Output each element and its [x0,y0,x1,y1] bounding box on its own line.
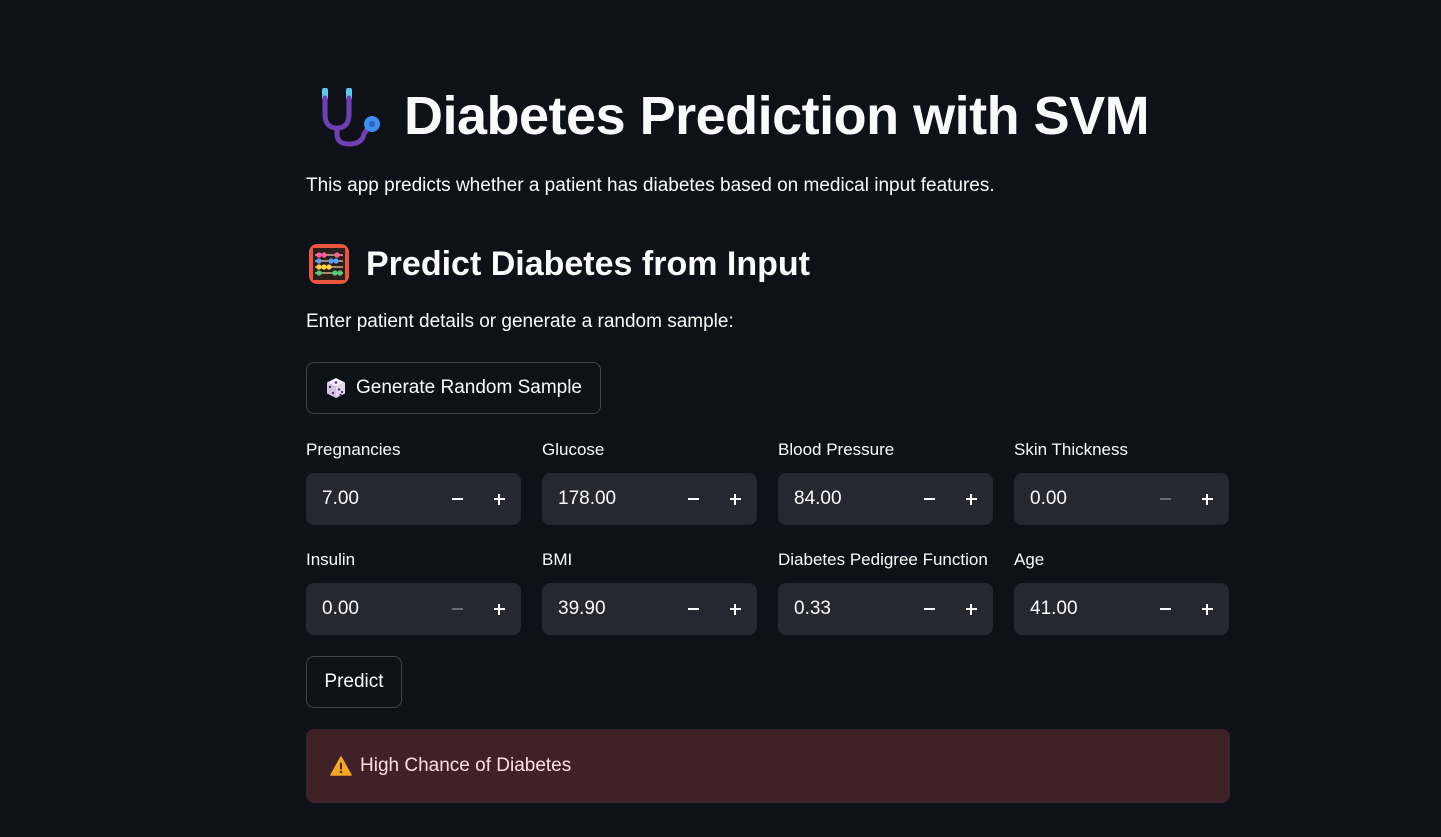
decrement-button[interactable] [1144,583,1186,635]
field-age: Age 41.00 [1014,549,1229,635]
field-label: BMI [542,550,573,569]
minus-icon [1159,498,1171,500]
page-title-row: Diabetes Prediction with SVM [306,82,1150,150]
minus-icon [451,608,463,610]
generate-random-sample-button[interactable]: Generate Random Sample [306,362,601,414]
diabetes-pedigree-number-input[interactable]: 0.33 [778,583,993,635]
predict-button[interactable]: Predict [306,656,402,708]
field-label: Glucose [542,440,605,459]
number-value[interactable]: 39.90 [558,583,606,635]
minus-icon [923,498,935,500]
instructions-text: Enter patient details or generate a rand… [306,311,734,332]
number-value[interactable]: 0.00 [1030,473,1067,525]
minus-icon [687,608,699,610]
minus-icon [451,498,463,500]
plus-icon [493,493,505,505]
warning-icon [330,756,352,776]
plus-icon [493,603,505,615]
increment-button[interactable] [1186,473,1228,525]
intro-text: This app predicts whether a patient has … [306,175,995,196]
field-glucose: Glucose 178.00 [542,439,757,525]
field-blood-pressure: Blood Pressure 84.00 [778,439,993,525]
stethoscope-icon [322,88,380,147]
minus-icon [1159,608,1171,610]
decrement-button[interactable] [436,473,478,525]
blood-pressure-number-input[interactable]: 84.00 [778,473,993,525]
increment-button[interactable] [1186,583,1228,635]
increment-button[interactable] [714,473,756,525]
bmi-number-input[interactable]: 39.90 [542,583,757,635]
section-title-row: Predict Diabetes from Input [306,242,810,286]
glucose-number-input[interactable]: 178.00 [542,473,757,525]
generate-random-sample-label: Generate Random Sample [355,377,582,398]
number-value[interactable]: 41.00 [1030,583,1078,635]
number-value[interactable]: 7.00 [322,473,359,525]
decrement-button[interactable] [672,583,714,635]
skin-thickness-number-input[interactable]: 0.00 [1014,473,1229,525]
decrement-button[interactable] [436,583,478,635]
field-label: Age [1014,550,1045,569]
pregnancies-number-input[interactable]: 7.00 [306,473,521,525]
decrement-button[interactable] [908,583,950,635]
field-label: Blood Pressure [778,440,895,459]
number-value[interactable]: 0.33 [794,583,831,635]
plus-icon [729,493,741,505]
increment-button[interactable] [950,473,992,525]
prediction-result-text: High Chance of Diabetes [360,755,572,776]
decrement-button[interactable] [1144,473,1186,525]
plus-icon [965,493,977,505]
decrement-button[interactable] [672,473,714,525]
plus-icon [1201,603,1213,615]
abacus-icon [309,244,349,284]
increment-button[interactable] [478,583,520,635]
plus-icon [965,603,977,615]
decrement-button[interactable] [908,473,950,525]
number-value[interactable]: 84.00 [794,473,842,525]
field-skin-thickness: Skin Thickness 0.00 [1014,439,1229,525]
field-label: Diabetes Pedigree Function [778,550,988,569]
dice-icon [326,378,345,398]
field-pregnancies: Pregnancies 7.00 [306,439,521,525]
number-value[interactable]: 0.00 [322,583,359,635]
increment-button[interactable] [478,473,520,525]
minus-icon [923,608,935,610]
increment-button[interactable] [950,583,992,635]
number-value[interactable]: 178.00 [558,473,616,525]
field-label: Insulin [306,550,356,569]
plus-icon [1201,493,1213,505]
prediction-result-alert: High Chance of Diabetes [306,729,1230,803]
minus-icon [687,498,699,500]
insulin-number-input[interactable]: 0.00 [306,583,521,635]
age-number-input[interactable]: 41.00 [1014,583,1229,635]
page-title: Diabetes Prediction with SVM [404,86,1150,146]
field-label: Pregnancies [306,440,401,459]
increment-button[interactable] [714,583,756,635]
field-bmi: BMI 39.90 [542,549,757,635]
field-label: Skin Thickness [1014,440,1129,459]
plus-icon [729,603,741,615]
field-diabetes-pedigree-function: Diabetes Pedigree Function 0.33 [778,549,993,635]
section-title: Predict Diabetes from Input [366,244,810,283]
field-insulin: Insulin 0.00 [306,549,521,635]
